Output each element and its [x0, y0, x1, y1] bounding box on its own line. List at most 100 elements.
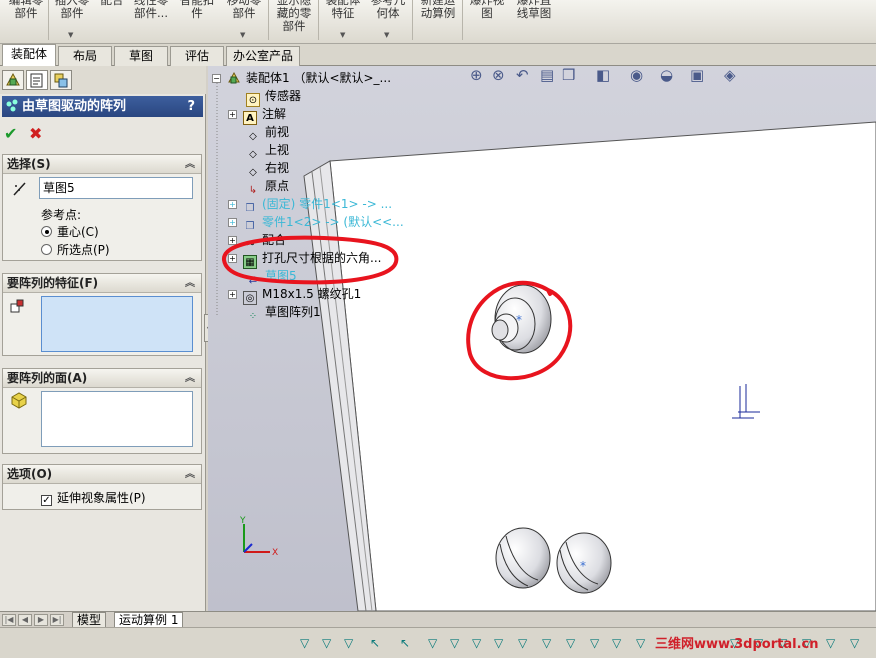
previous-view-icon[interactable]: ↶ [516, 66, 529, 84]
move-component-button[interactable]: 移动零 部件 [222, 0, 266, 20]
filter-axis-icon[interactable]: ▽ [518, 636, 527, 650]
propagate-visual-label: 延伸视象属性(P) [57, 491, 146, 505]
faces-to-pattern-header[interactable]: 要阵列的面(A) ︽ [3, 369, 201, 388]
filter-point-icon[interactable]: ▽ [566, 636, 575, 650]
edit-component-button[interactable]: 编辑零 部件 [6, 0, 46, 20]
tree-item-front-plane[interactable]: ◇ 前视 [246, 124, 289, 144]
tree-item-annotations[interactable]: + A 注解 [228, 106, 286, 125]
hole-bottom-left[interactable] [495, 527, 551, 589]
section-view-icon[interactable]: ▤ [540, 66, 554, 84]
filter-cosmetic-thread-icon[interactable]: ▽ [826, 636, 835, 650]
filter-sketch-segment-icon[interactable]: ▽ [612, 636, 621, 650]
tree-item-top-plane[interactable]: ◇ 上视 [246, 142, 289, 162]
mate-button[interactable]: 配合 [96, 0, 128, 7]
radio-selected-point[interactable]: 所选点(P) [41, 241, 110, 258]
show-hidden-components-button[interactable]: 显示隐 藏的零 部件 [272, 0, 316, 33]
view-orientation-icon[interactable]: ❒ [562, 66, 575, 84]
feature-manager-tab-icon[interactable] [2, 70, 24, 90]
manager-tab-strip [0, 66, 206, 94]
select-arrow-icon[interactable]: ↖ [400, 636, 410, 650]
propagate-visual-checkbox[interactable]: ✓ 延伸视象属性(P) [41, 489, 146, 506]
tab-office-products[interactable]: 办公室产品 [226, 46, 300, 66]
tree-item-label: 前视 [265, 125, 290, 139]
property-manager-tab-icon[interactable] [26, 70, 48, 90]
apply-scene-icon[interactable]: ▣ [690, 66, 704, 84]
radio-selected-indicator [41, 226, 52, 237]
filter-edge-icon[interactable]: ▽ [450, 636, 459, 650]
zoom-to-area-icon[interactable]: ⊗ [492, 66, 505, 84]
tab-sketch[interactable]: 草图 [114, 46, 168, 66]
tab-motion-study[interactable]: 运动算例 1 [114, 612, 184, 628]
help-button[interactable]: ? [187, 96, 195, 117]
graphics-area[interactable]: * * − 装配体1 （默认<默认>_... ⊙ 传感器 + A 注解 ◇ 前视… [208, 66, 876, 611]
filter-plane-icon[interactable]: ▽ [542, 636, 551, 650]
smart-fasteners-button[interactable]: 智能扣 件 [176, 0, 218, 20]
dropdown-arrow-icon[interactable]: ▼ [384, 31, 389, 39]
insert-component-button[interactable]: 插入零 部件 [52, 0, 92, 20]
filter-toggle-icon[interactable]: ▽ [300, 636, 309, 650]
assembly-features-button[interactable]: 装配体 特征 [322, 0, 364, 20]
faces-to-pattern-list[interactable] [41, 391, 193, 447]
tree-root[interactable]: − 装配体1 （默认<默认>_... [212, 70, 391, 86]
tree-item-sensors[interactable]: ⊙ 传感器 [246, 88, 301, 107]
edit-appearance-icon[interactable]: ◒ [660, 66, 673, 84]
configuration-manager-tab-icon[interactable] [50, 70, 72, 90]
tab-evaluate[interactable]: 评估 [170, 46, 224, 66]
exploded-view-button[interactable]: 爆炸视 图 [466, 0, 508, 20]
collapse-icon[interactable]: ︽ [185, 465, 195, 484]
expand-icon[interactable]: + [228, 110, 237, 119]
tab-layout[interactable]: 布局 [58, 46, 112, 66]
display-style-icon[interactable]: ◧ [596, 66, 610, 84]
collapse-icon[interactable]: ︽ [185, 274, 195, 293]
tree-item-part1-fixed[interactable]: + ❒ (固定) 零件1<1> -> ... [228, 196, 392, 216]
linear-component-pattern-button[interactable]: 线性零 部件... [130, 0, 172, 20]
radio-centroid[interactable]: 重心(C) [41, 223, 99, 240]
hole-bottom-right[interactable]: * [556, 532, 612, 594]
ribbon-separator [268, 0, 269, 40]
filter-sketch-point-icon[interactable]: ▽ [590, 636, 599, 650]
ok-button[interactable]: ✔ [4, 124, 17, 143]
dropdown-arrow-icon[interactable]: ▼ [340, 31, 345, 39]
dropdown-arrow-icon[interactable]: ▼ [240, 31, 245, 39]
property-manager-title: 由草图驱动的阵列 ? [2, 96, 203, 117]
reference-geometry-button[interactable]: 参考几 何体 [366, 0, 410, 20]
filter-icon[interactable]: ▽ [344, 636, 353, 650]
first-tab-icon[interactable]: |◀ [2, 614, 16, 626]
tree-item-right-plane[interactable]: ◇ 右视 [246, 160, 289, 180]
radio-unselected-indicator [41, 244, 52, 255]
sketch-pattern-icon: ⁘ [248, 311, 258, 322]
filter-block-icon[interactable]: ▽ [850, 636, 859, 650]
reference-sketch-field[interactable]: 草图5 [39, 177, 193, 199]
filter-face-icon[interactable]: ▽ [472, 636, 481, 650]
last-tab-icon[interactable]: ▶| [50, 614, 64, 626]
filter-icon[interactable]: ▽ [322, 636, 331, 650]
options-header[interactable]: 选项(O) ︽ [3, 465, 201, 484]
hide-show-items-icon[interactable]: ◉ [630, 66, 643, 84]
filter-dimension-icon[interactable]: ▽ [636, 636, 645, 650]
zoom-to-fit-icon[interactable]: ⊕ [470, 66, 483, 84]
previous-tab-icon[interactable]: ◀ [18, 614, 32, 626]
explode-line-sketch-button[interactable]: 爆炸直 线草图 [512, 0, 556, 20]
collapse-icon[interactable]: ︽ [185, 155, 195, 174]
tree-item-origin[interactable]: ↳ 原点 [246, 178, 289, 198]
tree-item-sketch-pattern1[interactable]: ⁘ 草图阵列1 [246, 304, 321, 324]
tree-item-part1-2[interactable]: + ❒ 零件1<2> -> (默认<<... [228, 214, 404, 234]
selection-group-header[interactable]: 选择(S) ︽ [3, 155, 201, 174]
view-settings-icon[interactable]: ◈ [724, 66, 736, 84]
filter-vertex-icon[interactable]: ▽ [428, 636, 437, 650]
collapse-icon[interactable]: ︽ [185, 369, 195, 388]
features-to-pattern-header[interactable]: 要阵列的特征(F) ︽ [3, 274, 201, 293]
dropdown-arrow-icon[interactable]: ▼ [68, 31, 73, 39]
next-tab-icon[interactable]: ▶ [34, 614, 48, 626]
select-arrow-icon[interactable]: ↖ [370, 636, 380, 650]
new-motion-study-button[interactable]: 新建运 动算例 [416, 0, 460, 20]
collapse-icon[interactable]: − [212, 74, 221, 83]
expand-icon[interactable]: + [228, 218, 237, 227]
cancel-button[interactable]: ✖ [29, 124, 42, 143]
tree-item-label: 原点 [265, 179, 290, 193]
expand-icon[interactable]: + [228, 200, 237, 209]
tab-assembly[interactable]: 装配体 [2, 44, 56, 66]
features-to-pattern-list[interactable] [41, 296, 193, 352]
tab-model[interactable]: 模型 [72, 612, 107, 628]
filter-surface-icon[interactable]: ▽ [494, 636, 503, 650]
